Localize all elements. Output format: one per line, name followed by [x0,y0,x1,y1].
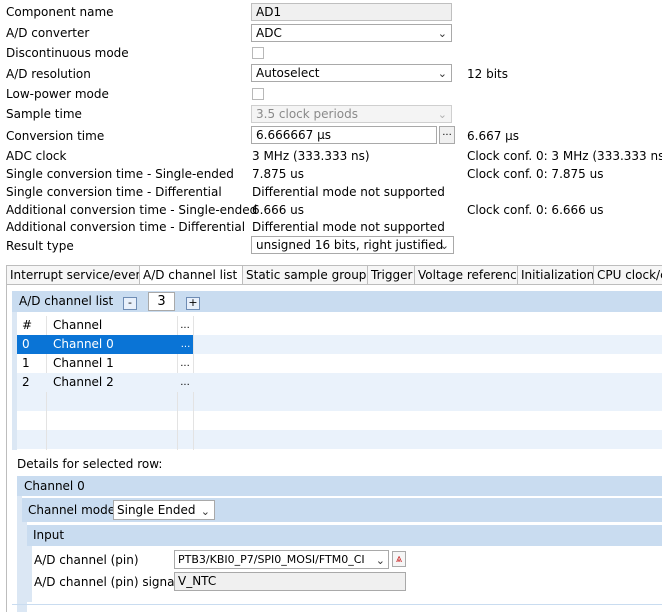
adc-clock-label: ADC clock [6,149,67,163]
lowpower-checkbox[interactable] [252,88,264,100]
empty-row [17,430,662,449]
grid-header-row: # Channel ... [17,316,662,335]
chevron-down-icon: ⌄ [437,67,447,80]
header-num: # [22,318,33,332]
conversion-time-label: Conversion time [6,129,105,143]
tab-interrupt[interactable]: Interrupt service/event [6,265,140,284]
single-conv-se-value: 7.875 us [252,167,305,181]
conversion-time-extra: 6.667 µs [467,129,520,143]
resolution-select-value: Autoselect [256,66,320,80]
sample-time-value: 3.5 clock periods [256,107,359,121]
add-conv-se-label: Additional conversion time - Single-ende… [6,203,258,217]
chevron-down-icon: ⌄ [437,108,447,121]
tab-cpu-clock[interactable]: CPU clock/co [593,265,662,284]
row-num: 2 [22,375,30,389]
add-conv-diff-value: Differential mode not supported [252,220,445,234]
pin-label: A/D channel (pin) [34,553,139,567]
table-row[interactable]: 1 Channel 1 ... [17,354,662,373]
pin-signal-field[interactable]: V_NTC [174,572,406,591]
pin-icon[interactable]: ⩓ [392,551,406,567]
single-conv-diff-value: Differential mode not supported [252,185,445,199]
chevron-down-icon: ⌄ [375,554,385,567]
pin-select[interactable]: PTB3/KBI0_P7/SPI0_MOSI/FTM0_CI ⌄ [174,550,389,569]
channel-mode-label: Channel mode [28,503,116,517]
empty-row [17,392,662,411]
result-type-value: unsigned 16 bits, right justified [256,238,444,252]
conversion-time-button[interactable]: ... [439,126,455,144]
row-channel: Channel 1 [53,356,114,370]
row-num: 1 [22,356,30,370]
row-edit-button[interactable]: ... [179,373,191,392]
lowpower-label: Low-power mode [6,87,109,101]
resolution-extra: 12 bits [467,67,508,81]
input-group-header [27,525,662,546]
table-row[interactable]: 2 Channel 2 ... [17,373,662,392]
single-conv-se-label: Single conversion time - Single-ended [6,167,234,181]
channel-mode-select[interactable]: Single Ended ⌄ [113,500,215,520]
channel-list-title: A/D channel list [19,294,114,308]
channel-group-header [17,476,662,496]
row-channel: Channel 2 [53,375,114,389]
row-edit-button[interactable]: ... [178,335,193,354]
discontinuous-checkbox[interactable] [252,47,264,59]
channel-mode-value: Single Ended [117,503,196,517]
input-group-title: Input [33,528,65,542]
tab-static-sample-groups[interactable]: Static sample groups [242,265,368,284]
input-left-border [27,546,32,602]
tab-ad-channel-list[interactable]: A/D channel list [139,265,243,285]
channel-group-title: Channel 0 [24,479,85,493]
adc-label: A/D converter [6,26,90,40]
tab-trigger[interactable]: Trigger [367,265,415,284]
conversion-time-input[interactable]: 6.666667 µs [251,126,437,144]
add-conv-se-value: 6.666 us [252,203,305,217]
discontinuous-label: Discontinuous mode [6,46,129,60]
tab-bar: Interrupt service/event A/D channel list… [6,265,662,285]
resolution-select[interactable]: Autoselect ⌄ [251,64,452,82]
row-channel: Channel 0 [53,337,114,351]
pin-select-value: PTB3/KBI0_P7/SPI0_MOSI/FTM0_CI [178,553,365,566]
panel-bottom-border [12,604,662,605]
pin-signal-label: A/D channel (pin) signal [34,575,178,589]
chevron-down-icon: ⌄ [439,239,449,252]
single-conv-se-extra: Clock conf. 0: 7.875 us [467,167,604,181]
sample-time-label: Sample time [6,107,82,121]
adc-select-value: ADC [256,26,282,40]
adc-clock-extra: Clock conf. 0: 3 MHz (333.333 ns) [467,149,662,163]
row-fill [194,335,662,354]
result-type-label: Result type [6,239,74,253]
chevron-down-icon: ⌄ [200,505,210,518]
channel-count-field[interactable]: 3 [148,292,175,311]
add-conv-diff-label: Additional conversion time - Differentia… [6,220,246,234]
chevron-down-icon: ⌄ [437,27,447,40]
table-row[interactable]: 0 Channel 0 [17,335,178,354]
component-name-field[interactable]: AD1 [251,3,452,21]
tab-voltage-reference[interactable]: Voltage reference [414,265,518,284]
remove-channel-button[interactable]: - [123,297,137,310]
add-channel-button[interactable]: + [186,297,200,310]
single-conv-diff-label: Single conversion time - Differential [6,185,222,199]
header-channel: Channel [53,318,103,332]
row-edit-button[interactable]: ... [179,354,191,373]
resolution-label: A/D resolution [6,67,91,81]
result-type-select[interactable]: unsigned 16 bits, right justified ⌄ [251,236,454,254]
component-name-label: Component name [6,5,114,19]
add-conv-se-extra: Clock conf. 0: 6.666 us [467,203,604,217]
tab-initialization[interactable]: Initialization [517,265,594,284]
sample-time-select: 3.5 clock periods ⌄ [251,105,452,123]
header-dots: ... [180,320,190,331]
row-num: 0 [22,337,30,351]
adc-clock-value: 3 MHz (333.333 ns) [252,149,370,163]
details-label: Details for selected row: [17,457,163,471]
adc-select[interactable]: ADC ⌄ [251,24,452,42]
